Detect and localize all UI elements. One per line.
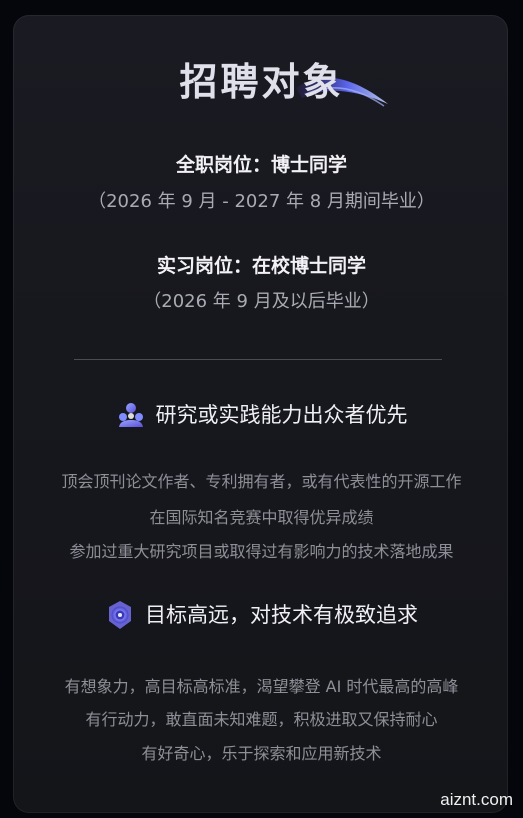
section2-item: 有想象力，高目标高标准，渴望攀登 AI 时代最高的高峰 bbox=[64, 677, 459, 696]
section2-item: 有行动力，敢直面未知难题，积极进取又保持耐心 bbox=[85, 710, 438, 729]
page: 招聘对象 全职岗位：博士同学 （2026 年 9 月 - 2027 年 8 月期… bbox=[0, 0, 523, 818]
page-title: 招聘对象 bbox=[179, 60, 344, 104]
target-icon bbox=[109, 601, 131, 629]
section2-title: 目标高远，对技术有极致追求 bbox=[145, 603, 418, 627]
section1-item: 在国际知名竞赛中取得优异成绩 bbox=[149, 508, 374, 527]
fulltime-role: 全职岗位：博士同学 bbox=[175, 154, 347, 176]
title-area: 招聘对象 bbox=[0, 56, 523, 112]
divider bbox=[74, 359, 442, 360]
section2-heading: 目标高远，对技术有极致追求 bbox=[0, 598, 523, 632]
intern-period: （2026 年 9 月及以后毕业） bbox=[143, 291, 380, 312]
watermark: aiznt.com bbox=[440, 790, 513, 809]
section1-item: 顶会顶刊论文作者、专利拥有者，或有代表性的开源工作 bbox=[61, 472, 462, 491]
section1-heading: 研究或实践能力出众者优先 bbox=[0, 398, 523, 432]
intern-role: 实习岗位：在校博士同学 bbox=[156, 255, 366, 277]
section1-item: 参加过重大研究项目或取得过有影响力的技术落地成果 bbox=[69, 542, 454, 561]
section2-item: 有好奇心，乐于探索和应用新技术 bbox=[141, 744, 382, 763]
section1-title: 研究或实践能力出众者优先 bbox=[155, 403, 408, 427]
people-group-icon bbox=[118, 403, 143, 427]
fulltime-period: （2026 年 9 月 - 2027 年 8 月期间毕业） bbox=[88, 191, 435, 212]
